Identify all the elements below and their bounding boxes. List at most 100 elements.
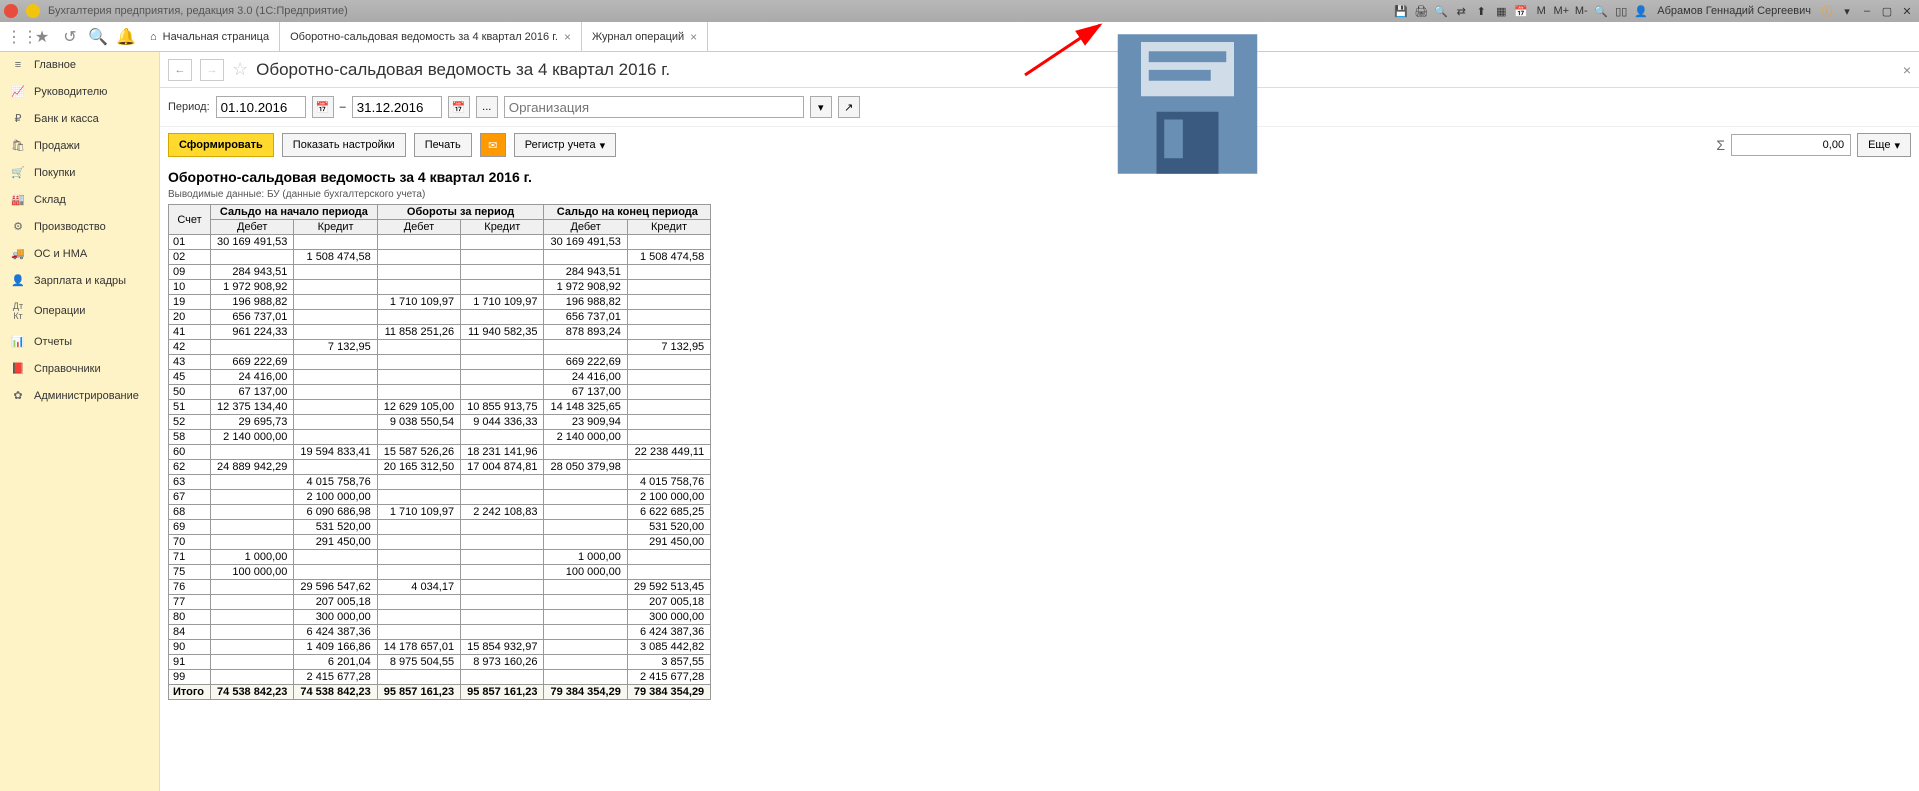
table-row[interactable]: 101 972 908,921 972 908,92	[169, 280, 711, 295]
table-row[interactable]: 5112 375 134,4012 629 105,0010 855 913,7…	[169, 400, 711, 415]
tab-close-icon[interactable]: ×	[564, 30, 571, 44]
table-row[interactable]: 021 508 474,581 508 474,58	[169, 250, 711, 265]
table-row[interactable]: 43669 222,69669 222,69	[169, 355, 711, 370]
logo-1c-icon	[4, 4, 18, 18]
org-open-button[interactable]: ↗	[838, 96, 860, 118]
forward-button[interactable]: →	[200, 59, 224, 81]
email-button[interactable]: ✉	[480, 133, 506, 157]
search-icon[interactable]: 🔍	[84, 23, 112, 51]
sidebar-item-operations[interactable]: ДтКтОперации	[0, 294, 159, 328]
table-row[interactable]: 901 409 166,8614 178 657,0115 854 932,97…	[169, 640, 711, 655]
upload-icon[interactable]: ⬆	[1473, 3, 1489, 19]
cell-value: 8 975 504,55	[377, 655, 460, 670]
panels-icon[interactable]: ▯▯	[1613, 3, 1629, 19]
tab-close-icon[interactable]: ×	[690, 30, 697, 44]
sidebar-item-assets[interactable]: 🚚ОС и НМА	[0, 240, 159, 267]
table-row[interactable]: 846 424 387,366 424 387,36	[169, 625, 711, 640]
table-row[interactable]: 427 132,957 132,95	[169, 340, 711, 355]
m-icon[interactable]: M	[1533, 3, 1549, 19]
tab-home[interactable]: ⌂ Начальная страница	[140, 22, 280, 52]
table-row[interactable]: 69531 520,00531 520,00	[169, 520, 711, 535]
cell-value	[377, 265, 460, 280]
table-row[interactable]: 582 140 000,002 140 000,00	[169, 430, 711, 445]
m-minus-icon[interactable]: M-	[1573, 3, 1589, 19]
apps-icon[interactable]: ⋮⋮⋮	[0, 23, 28, 51]
info-icon[interactable]: ⓘ	[1819, 3, 1835, 19]
close-page-icon[interactable]: ×	[1903, 62, 1911, 78]
cell-value	[461, 565, 544, 580]
print-icon[interactable]: 🖨	[1413, 3, 1429, 19]
close-icon[interactable]: ✕	[1899, 3, 1915, 19]
star-icon[interactable]: ★	[28, 23, 56, 51]
org-dropdown-button[interactable]: ▾	[810, 96, 832, 118]
calendar-from-button[interactable]: 📅	[312, 96, 334, 118]
save-icon[interactable]: 💾	[1393, 3, 1409, 19]
sidebar-item-admin[interactable]: ✿Администрирование	[0, 382, 159, 409]
history-icon[interactable]: ↺	[56, 23, 84, 51]
sidebar-item-salary[interactable]: 👤Зарплата и кадры	[0, 267, 159, 294]
table-row[interactable]: 634 015 758,764 015 758,76	[169, 475, 711, 490]
tab-report[interactable]: Оборотно-сальдовая ведомость за 4 кварта…	[280, 22, 582, 52]
table-row[interactable]: 75100 000,00100 000,00	[169, 565, 711, 580]
bell-icon[interactable]: 🔔	[112, 23, 140, 51]
table-row[interactable]: 711 000,001 000,00	[169, 550, 711, 565]
sidebar-item-warehouse[interactable]: 🏭Склад	[0, 186, 159, 213]
calendar-icon[interactable]: 📅	[1513, 3, 1529, 19]
table-row[interactable]: 09284 943,51284 943,51	[169, 265, 711, 280]
dropdown-icon[interactable]: ▾	[1839, 3, 1855, 19]
sidebar-item-production[interactable]: ⚙Производство	[0, 213, 159, 240]
table-row[interactable]: 0130 169 491,5330 169 491,53	[169, 235, 711, 250]
calendar-to-button[interactable]: 📅	[448, 96, 470, 118]
grid-icon[interactable]: ▦	[1493, 3, 1509, 19]
table-row[interactable]: 20656 737,01656 737,01	[169, 310, 711, 325]
m-plus-icon[interactable]: M+	[1553, 3, 1569, 19]
table-row[interactable]: 70291 450,00291 450,00	[169, 535, 711, 550]
col-group-start: Сальдо на начало периода	[211, 205, 378, 220]
balance-table[interactable]: Счет Сальдо на начало периода Обороты за…	[168, 204, 711, 700]
sidebar-item-main[interactable]: ≡Главное	[0, 52, 159, 78]
table-row[interactable]: 5067 137,0067 137,00	[169, 385, 711, 400]
maximize-icon[interactable]: ▢	[1879, 3, 1895, 19]
table-row[interactable]: 19196 988,821 710 109,971 710 109,97196 …	[169, 295, 711, 310]
compare-icon[interactable]: ⇄	[1453, 3, 1469, 19]
date-to-input[interactable]	[352, 96, 442, 118]
minimize-icon[interactable]: –	[1859, 3, 1875, 19]
preview-icon[interactable]: 🔍	[1433, 3, 1449, 19]
table-row[interactable]: 80300 000,00300 000,00	[169, 610, 711, 625]
more-button[interactable]: Еще ▾	[1857, 133, 1911, 157]
print-button[interactable]: Печать	[414, 133, 472, 157]
date-from-input[interactable]	[216, 96, 306, 118]
table-row[interactable]: 4524 416,0024 416,00	[169, 370, 711, 385]
table-row[interactable]: 6224 889 942,2920 165 312,5017 004 874,8…	[169, 460, 711, 475]
sidebar-item-reports[interactable]: 📊Отчеты	[0, 328, 159, 355]
table-row[interactable]: 916 201,048 975 504,558 973 160,263 857,…	[169, 655, 711, 670]
user-name[interactable]: Абрамов Геннадий Сергеевич	[1657, 5, 1811, 17]
zoom-icon[interactable]: 🔍	[1593, 3, 1609, 19]
sidebar-item-manager[interactable]: 📈Руководителю	[0, 78, 159, 105]
table-row[interactable]: 6019 594 833,4115 587 526,2618 231 141,9…	[169, 445, 711, 460]
back-button[interactable]: ←	[168, 59, 192, 81]
table-row[interactable]: 7629 596 547,624 034,1729 592 513,45	[169, 580, 711, 595]
sidebar-item-bank[interactable]: ₽Банк и касса	[0, 105, 159, 132]
settings-button[interactable]: Показать настройки	[282, 133, 406, 157]
organization-input[interactable]	[504, 96, 804, 118]
table-row[interactable]: 41961 224,3311 858 251,2611 940 582,3587…	[169, 325, 711, 340]
cell-value: 12 375 134,40	[211, 400, 294, 415]
favorite-icon[interactable]: ☆	[232, 59, 248, 80]
period-select-button[interactable]: ...	[476, 96, 498, 118]
cell-value: 9 044 336,33	[461, 415, 544, 430]
table-row[interactable]: 5229 695,739 038 550,549 044 336,3323 90…	[169, 415, 711, 430]
cell-account: 70	[169, 535, 211, 550]
table-row[interactable]: 672 100 000,002 100 000,00	[169, 490, 711, 505]
table-row[interactable]: 686 090 686,981 710 109,972 242 108,836 …	[169, 505, 711, 520]
sidebar-item-sales[interactable]: 🛍Продажи	[0, 132, 159, 159]
table-row[interactable]: 77207 005,18207 005,18	[169, 595, 711, 610]
tab-journal[interactable]: Журнал операций ×	[582, 22, 708, 52]
sum-field[interactable]: 0,00	[1731, 134, 1851, 156]
sidebar-item-purchases[interactable]: 🛒Покупки	[0, 159, 159, 186]
register-button[interactable]: Регистр учета ▾	[514, 133, 616, 157]
table-row[interactable]: 992 415 677,282 415 677,28	[169, 670, 711, 685]
cell-value	[627, 400, 710, 415]
form-button[interactable]: Сформировать	[168, 133, 274, 157]
sidebar-item-refs[interactable]: 📕Справочники	[0, 355, 159, 382]
